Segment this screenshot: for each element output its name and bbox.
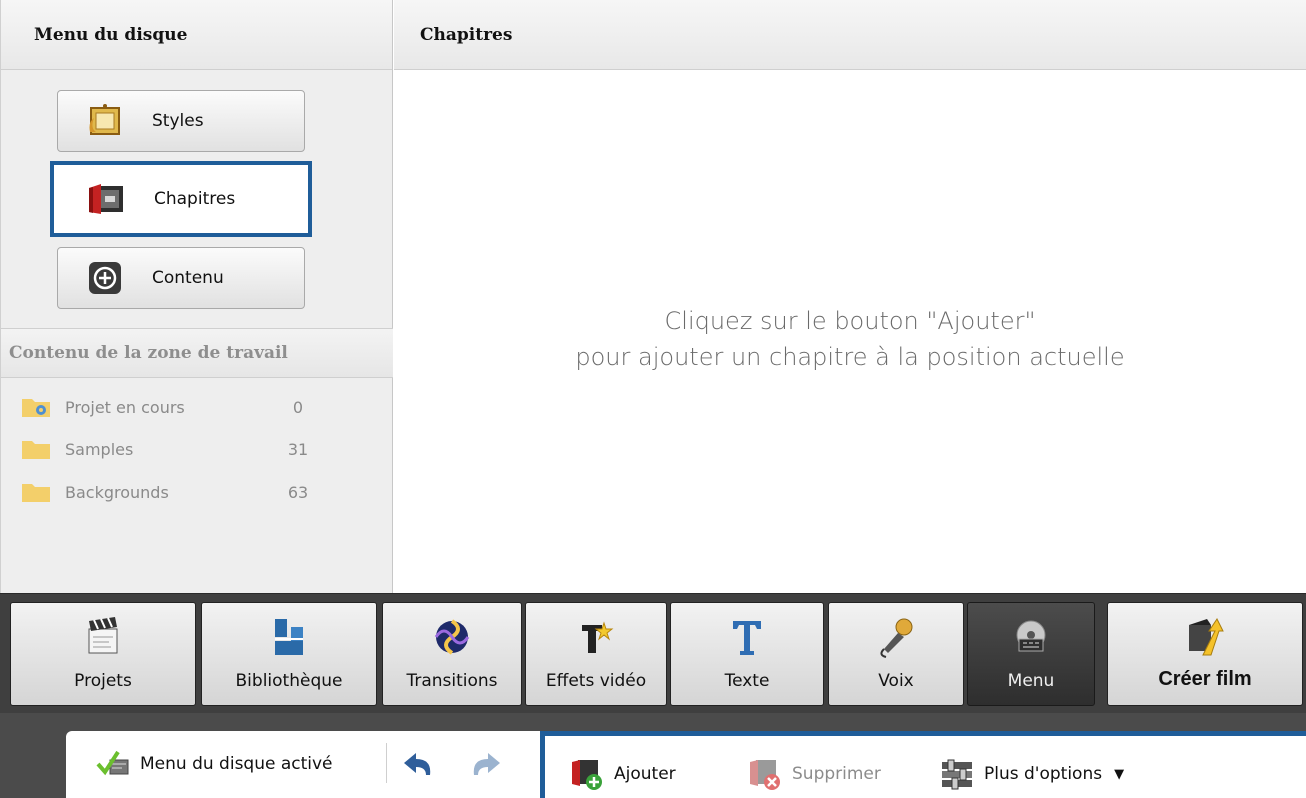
transition-swirl-icon — [434, 619, 470, 655]
plus-circle-icon — [89, 262, 121, 294]
library-button[interactable]: Bibliothèque — [201, 602, 377, 706]
chapter-film-icon — [89, 184, 123, 214]
more-options-label: Plus d'options — [984, 764, 1103, 784]
main-toolbar: Projets Bibliothèque Transitions Effets … — [0, 593, 1306, 713]
chapters-header: Chapitres — [394, 0, 1306, 70]
add-label: Ajouter — [614, 764, 676, 784]
workspace-content-header: Contenu de la zone de travail — [1, 328, 393, 378]
empty-hint-line1: Cliquez sur le bouton "Ajouter" — [664, 307, 1036, 335]
status-tab-actions: Ajouter Supprimer Plus d'options ▼ — [540, 731, 1306, 798]
empty-hint-line2: pour ajouter un chapitre à la position a… — [575, 343, 1125, 371]
add-chapter-button[interactable]: Ajouter — [570, 754, 676, 794]
status-tab-left: Menu du disque activé — [66, 731, 546, 798]
styles-button[interactable]: Styles — [57, 90, 305, 152]
disc-menu-icon — [1016, 620, 1046, 652]
create-movie-button[interactable]: Créer film — [1107, 602, 1303, 706]
voice-button[interactable]: Voix — [828, 602, 964, 706]
redo-icon[interactable] — [468, 749, 502, 779]
folder-backgrounds[interactable]: Backgrounds 63 — [21, 479, 321, 505]
disc-menu-header: Menu du disque — [1, 0, 392, 70]
video-effects-button[interactable]: Effets vidéo — [525, 602, 667, 706]
chapters-panel: Chapitres Cliquez sur le bouton "Ajouter… — [394, 0, 1306, 593]
voice-label: Voix — [878, 671, 914, 691]
chevron-down-icon: ▼ — [1114, 766, 1125, 782]
content-button[interactable]: Contenu — [57, 247, 305, 309]
folder-icon — [22, 484, 50, 502]
transitions-button[interactable]: Transitions — [382, 602, 522, 706]
folder-count: 0 — [292, 397, 304, 417]
add-chapter-icon — [572, 760, 602, 790]
film-library-icon — [275, 619, 303, 655]
folder-icon — [22, 441, 50, 459]
library-label: Bibliothèque — [235, 671, 343, 691]
folder-current-project[interactable]: Projet en cours 0 — [21, 394, 321, 420]
divider — [386, 743, 387, 783]
clapperboard-icon — [88, 617, 118, 654]
status-bar: Menu du disque activé Ajouter Supprimer … — [0, 713, 1306, 798]
menu-button[interactable]: Menu — [967, 602, 1095, 706]
projects-button[interactable]: Projets — [10, 602, 196, 706]
projects-label: Projets — [74, 671, 132, 691]
create-movie-label: Créer film — [1158, 668, 1252, 690]
text-button[interactable]: Texte — [670, 602, 824, 706]
folder-samples[interactable]: Samples 31 — [21, 436, 321, 462]
text-t-icon — [733, 621, 761, 655]
chapters-label: Chapitres — [154, 189, 236, 209]
transitions-label: Transitions — [406, 671, 498, 691]
folder-count: 31 — [287, 439, 309, 459]
settings-sliders-icon — [942, 759, 972, 790]
video-effects-label: Effets vidéo — [545, 671, 647, 691]
styles-label: Styles — [152, 111, 204, 131]
project-folder-icon — [22, 399, 50, 417]
text-label: Texte — [724, 671, 770, 691]
microphone-icon — [880, 618, 913, 658]
content-label: Contenu — [152, 268, 224, 288]
delete-label: Supprimer — [792, 764, 881, 784]
disc-menu-panel: Menu du disque Styles Chapitres Contenu … — [0, 0, 393, 593]
delete-chapter-icon — [750, 760, 780, 790]
menu-label: Menu — [1007, 671, 1055, 691]
folder-count: 63 — [287, 482, 309, 502]
checkmark-icon — [96, 750, 129, 776]
create-movie-icon — [1189, 618, 1224, 656]
undo-icon[interactable] — [402, 749, 436, 779]
video-effects-icon — [582, 621, 614, 653]
folder-name: Projet en cours — [65, 397, 185, 417]
folder-name: Backgrounds — [65, 482, 169, 502]
chapters-button[interactable]: Chapitres — [50, 161, 312, 237]
folder-name: Samples — [65, 439, 134, 459]
delete-chapter-button[interactable]: Supprimer — [748, 754, 881, 794]
frame-icon — [89, 104, 120, 135]
disc-menu-enabled-label: Menu du disque activé — [140, 754, 333, 774]
disc-menu-enabled-toggle[interactable]: Menu du disque activé — [96, 744, 333, 784]
more-options-dropdown[interactable]: Plus d'options ▼ — [940, 754, 1124, 794]
